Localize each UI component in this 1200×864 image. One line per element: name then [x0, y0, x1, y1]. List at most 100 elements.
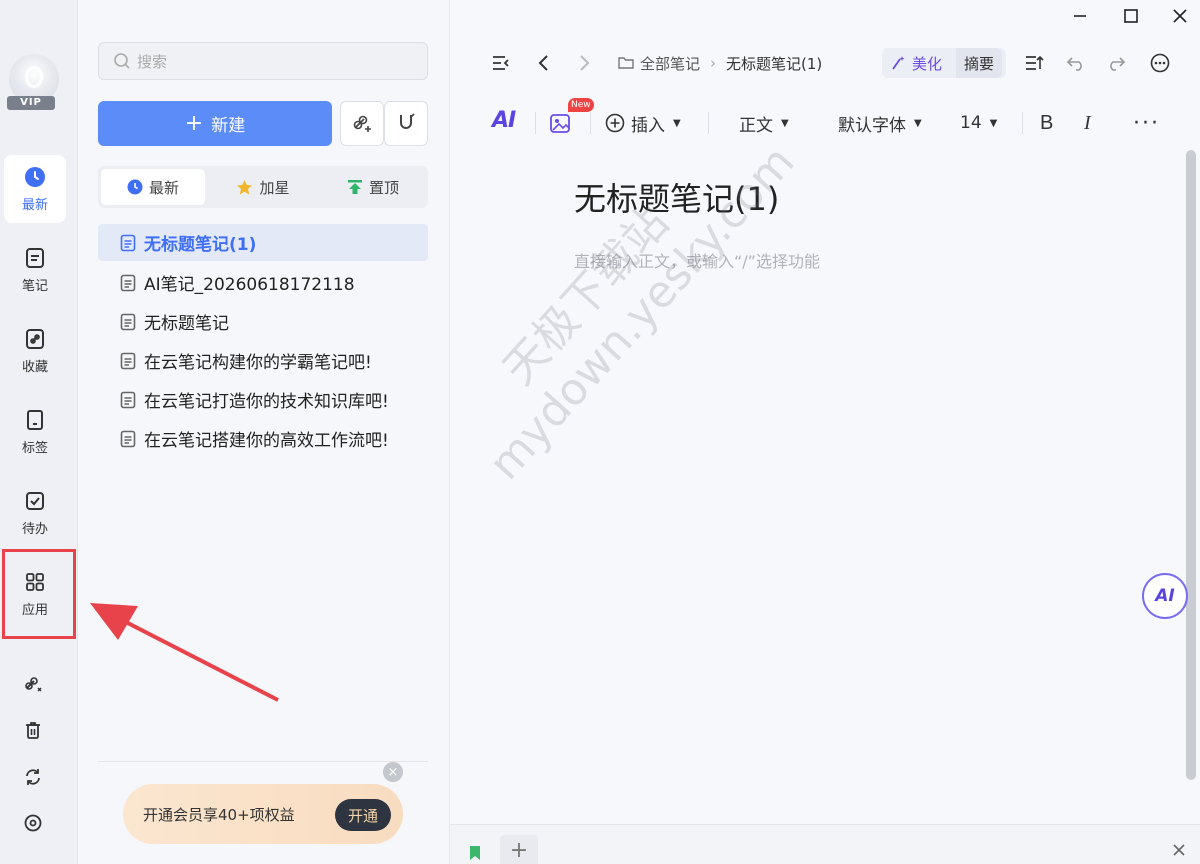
undo-icon[interactable]	[1063, 50, 1089, 76]
tab-recent[interactable]: 最新	[101, 169, 205, 205]
font-size-dropdown[interactable]: 14 ▼	[960, 108, 997, 138]
bottom-tab-bar: +	[450, 824, 1200, 864]
back-icon[interactable]	[531, 50, 557, 76]
minimize-icon[interactable]	[1068, 4, 1092, 28]
caret-down-icon: ▼	[989, 117, 998, 129]
close-window-icon[interactable]	[1168, 4, 1192, 28]
note-title: 在云笔记打造你的技术知识库吧!	[144, 392, 389, 412]
list-item[interactable]: 在云笔记搭建你的高效工作流吧!	[98, 420, 428, 457]
list-item[interactable]: AI笔记_20260618172118	[98, 264, 428, 301]
document-icon	[120, 274, 136, 292]
maximize-icon[interactable]	[1119, 4, 1143, 28]
forward-icon[interactable]	[571, 50, 597, 76]
new-badge: New	[568, 98, 594, 112]
beautify-button[interactable]: 美化	[882, 53, 956, 74]
new-note-label: 新建	[211, 116, 246, 136]
document-icon	[120, 391, 136, 409]
link-icon	[24, 328, 46, 350]
more-circle-icon[interactable]	[1147, 50, 1173, 76]
insert-label: 插入	[631, 115, 665, 136]
document-icon	[120, 352, 136, 370]
note-title: 在云笔记搭建你的高效工作流吧!	[144, 431, 389, 451]
scrollbar[interactable]	[1186, 150, 1196, 780]
note-icon	[24, 247, 46, 269]
tab-starred[interactable]: 加星	[211, 169, 315, 205]
link-magic-icon[interactable]	[20, 671, 46, 697]
new-note-button[interactable]: + 新建	[98, 101, 332, 146]
search-icon	[113, 52, 131, 70]
summary-button[interactable]: 摘要	[956, 48, 1003, 78]
tab-label: 加星	[259, 178, 290, 197]
beautify-label: 美化	[912, 54, 943, 73]
link-note-button[interactable]	[340, 101, 384, 146]
font-size-label: 14	[960, 113, 982, 133]
highlight-box	[2, 549, 76, 639]
trash-icon[interactable]	[20, 717, 46, 743]
chevron-right-icon: ›	[710, 54, 717, 72]
rail-item-todo[interactable]: 待办	[4, 479, 66, 547]
document-icon	[120, 313, 136, 331]
voice-note-button[interactable]	[384, 101, 428, 146]
star-icon	[236, 179, 253, 196]
bold-button[interactable]: B	[1040, 108, 1053, 138]
rail-item-tags[interactable]: 标签	[4, 398, 66, 466]
search-placeholder: 搜索	[137, 52, 168, 71]
document-title[interactable]: 无标题笔记(1)	[574, 174, 779, 220]
vip-promo-banner[interactable]: 开通会员享40+项权益 开通	[123, 784, 403, 844]
sort-outline-icon[interactable]	[1021, 50, 1047, 76]
collapse-list-icon[interactable]	[488, 50, 514, 76]
paragraph-label: 正文	[739, 115, 773, 136]
left-rail: VIP 最新 笔记 收藏 标签 待办 应用	[0, 0, 78, 864]
redo-icon[interactable]	[1103, 50, 1129, 76]
list-item[interactable]: 无标题笔记	[98, 303, 428, 340]
folder-icon	[618, 56, 634, 70]
checkbox-icon	[24, 490, 46, 512]
search-input[interactable]: 搜索	[98, 42, 428, 80]
tag-icon	[24, 409, 46, 431]
note-list-panel: 搜索 + 新建 最新 加星 置顶 无标题笔记(1) AI笔记_202606181…	[78, 0, 450, 864]
list-item[interactable]: 无标题笔记(1)	[98, 224, 428, 261]
ai-assistant-button[interactable]: AI	[492, 108, 516, 133]
breadcrumb: 全部笔记 › 无标题笔记(1)	[618, 50, 822, 76]
italic-button[interactable]: I	[1084, 108, 1091, 138]
document-icon	[120, 430, 136, 448]
magnet-icon	[395, 111, 417, 137]
ai-float-button[interactable]: AI	[1142, 573, 1188, 619]
list-item[interactable]: 在云笔记打造你的技术知识库吧!	[98, 381, 428, 418]
image-ai-icon[interactable]	[548, 110, 574, 136]
note-title: 无标题笔记	[144, 314, 229, 334]
caret-down-icon: ▼	[781, 117, 789, 129]
sync-icon[interactable]	[20, 764, 46, 790]
divider	[98, 761, 428, 762]
rail-item-recent[interactable]: 最新	[4, 155, 66, 223]
note-title: 无标题笔记(1)	[144, 235, 257, 255]
tab-label: 最新	[148, 178, 179, 197]
rail-item-favorites[interactable]: 收藏	[4, 317, 66, 385]
open-vip-button[interactable]: 开通	[335, 799, 391, 831]
pin-top-icon	[347, 179, 363, 195]
plus-circle-icon	[605, 113, 625, 133]
breadcrumb-root[interactable]: 全部笔记	[640, 53, 700, 74]
more-icon[interactable]: ···	[1133, 108, 1160, 138]
rail-item-label: 待办	[21, 521, 48, 537]
divider	[708, 112, 709, 134]
clock-icon	[24, 166, 46, 188]
promo-text: 开通会员享40+项权益	[143, 805, 295, 824]
breadcrumb-current: 无标题笔记(1)	[726, 54, 823, 73]
settings-icon[interactable]	[20, 810, 46, 836]
bookmark-icon[interactable]	[468, 845, 482, 861]
font-family-dropdown[interactable]: 默认字体 ▼	[838, 108, 922, 138]
magic-wand-icon	[890, 55, 906, 71]
paragraph-style-dropdown[interactable]: 正文 ▼	[739, 108, 789, 138]
close-icon[interactable]: ×	[383, 762, 403, 782]
insert-dropdown[interactable]: 插入 ▼	[605, 108, 681, 138]
add-tab-button[interactable]: +	[500, 835, 538, 864]
close-panel-icon[interactable]	[1172, 843, 1186, 857]
list-item[interactable]: 在云笔记构建你的学霸笔记吧!	[98, 342, 428, 379]
tab-pinned[interactable]: 置顶	[321, 169, 425, 205]
document-body-placeholder[interactable]: 直接输入正文，或输入“/”选择功能	[574, 248, 820, 272]
font-label: 默认字体	[838, 115, 906, 136]
rail-item-notes[interactable]: 笔记	[4, 236, 66, 304]
tab-label: 置顶	[368, 178, 399, 197]
note-title: AI笔记_20260618172118	[144, 275, 355, 295]
